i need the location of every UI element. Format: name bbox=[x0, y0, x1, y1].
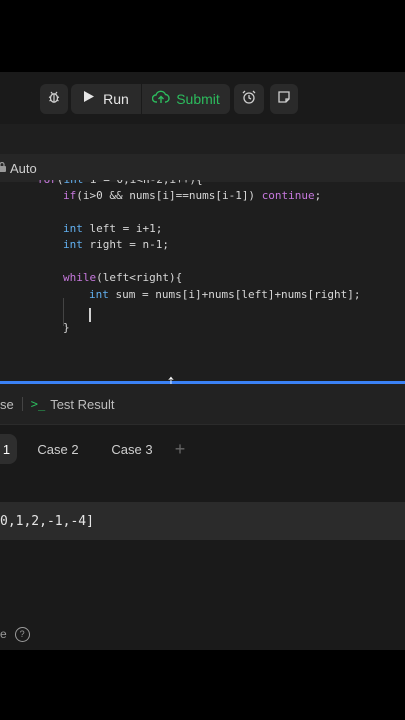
problem-header-strip bbox=[0, 124, 405, 154]
case-2-label: Case 2 bbox=[37, 441, 79, 457]
code-line[interactable]: int right = n-1; bbox=[63, 237, 169, 253]
code-editor[interactable]: Auto for(int i = 0;i<n-2;i++){if(i>0 && … bbox=[0, 154, 405, 384]
case-1-label: 1 bbox=[2, 441, 11, 457]
case-2-tab[interactable]: Case 2 bbox=[30, 434, 86, 464]
help-icon[interactable]: ? bbox=[14, 626, 30, 642]
code-token: if bbox=[63, 189, 77, 202]
code-token: int bbox=[63, 238, 83, 251]
code-token: int bbox=[89, 288, 109, 301]
timer-button[interactable] bbox=[234, 84, 264, 114]
add-case-button[interactable]: + bbox=[170, 434, 190, 464]
code-token: sum = nums[i]+nums[left]+nums[right]; bbox=[108, 288, 361, 301]
run-button[interactable]: Run bbox=[71, 84, 141, 114]
footer-text: e bbox=[0, 627, 7, 641]
language-mode[interactable]: Auto bbox=[10, 161, 37, 176]
panel-footer: e ? bbox=[0, 624, 405, 644]
tab-test-result-label: Test Result bbox=[50, 396, 115, 412]
code-line[interactable]: int sum = nums[i]+nums[left]+nums[right]… bbox=[89, 287, 361, 303]
tab-divider bbox=[21, 397, 23, 411]
top-toolbar: Run Submit bbox=[0, 72, 405, 124]
code-token: for bbox=[37, 180, 57, 186]
tab-test-result[interactable]: >_ Test Result bbox=[31, 397, 115, 412]
alarm-clock-icon bbox=[241, 89, 257, 110]
cloud-upload-icon bbox=[152, 90, 170, 109]
lock-icon bbox=[0, 159, 6, 177]
case-1-tab[interactable]: 1 bbox=[0, 434, 17, 464]
code-token: ( bbox=[57, 180, 64, 186]
text-cursor bbox=[89, 308, 91, 322]
code-token: int bbox=[63, 222, 83, 235]
language-bar: Auto bbox=[0, 154, 405, 182]
code-line[interactable]: while(left<right){ bbox=[63, 270, 182, 286]
panel-tabs: se >_ Test Result bbox=[0, 384, 405, 425]
nums-input[interactable]: 0,1,2,-1,-4] bbox=[0, 502, 405, 540]
notes-button[interactable] bbox=[270, 84, 298, 114]
tab-testcase[interactable]: se bbox=[0, 397, 14, 412]
case-3-label: Case 3 bbox=[111, 441, 153, 457]
bug-icon bbox=[47, 90, 61, 109]
code-line[interactable]: int left = i+1; bbox=[63, 221, 162, 237]
play-icon bbox=[83, 90, 95, 108]
leetcode-app: Run Submit Auto if(i>0 && nums[i]==nums[… bbox=[0, 72, 405, 650]
case-tabs: 1 Case 2 Case 3 + bbox=[0, 432, 405, 466]
indent-guide bbox=[63, 298, 64, 326]
code-line[interactable]: for(int i = 0;i<n-2;i++){ bbox=[37, 180, 203, 188]
run-label: Run bbox=[103, 91, 129, 107]
code-token: right = n-1; bbox=[82, 238, 169, 251]
submit-button[interactable]: Submit bbox=[142, 84, 230, 114]
debug-button[interactable] bbox=[40, 84, 68, 114]
plus-icon: + bbox=[174, 438, 186, 459]
code-token: while bbox=[63, 271, 97, 284]
nums-input-value: 0,1,2,-1,-4] bbox=[0, 513, 94, 529]
code-token: int bbox=[64, 180, 84, 186]
code-token: ; bbox=[314, 189, 322, 202]
code-token: left = i+1; bbox=[82, 222, 163, 235]
note-icon bbox=[277, 90, 291, 109]
code-token: continue bbox=[261, 189, 315, 202]
code-line[interactable]: if(i>0 && nums[i]==nums[i-1]) continue; bbox=[63, 188, 321, 204]
terminal-icon: >_ bbox=[30, 397, 46, 411]
code-token: (i>0 && nums[i]==nums[i-1]) bbox=[76, 189, 262, 202]
test-panel: se >_ Test Result 1 Case 2 Case 3 + 0,1,… bbox=[0, 384, 405, 649]
code-token: (left<right){ bbox=[96, 271, 183, 284]
code-token: i = 0;i<n-2;i++){ bbox=[83, 180, 203, 186]
code-lines[interactable]: for(int i = 0;i<n-2;i++){if(i>0 && nums[… bbox=[0, 180, 405, 380]
submit-label: Submit bbox=[176, 91, 220, 107]
case-3-tab[interactable]: Case 3 bbox=[104, 434, 160, 464]
